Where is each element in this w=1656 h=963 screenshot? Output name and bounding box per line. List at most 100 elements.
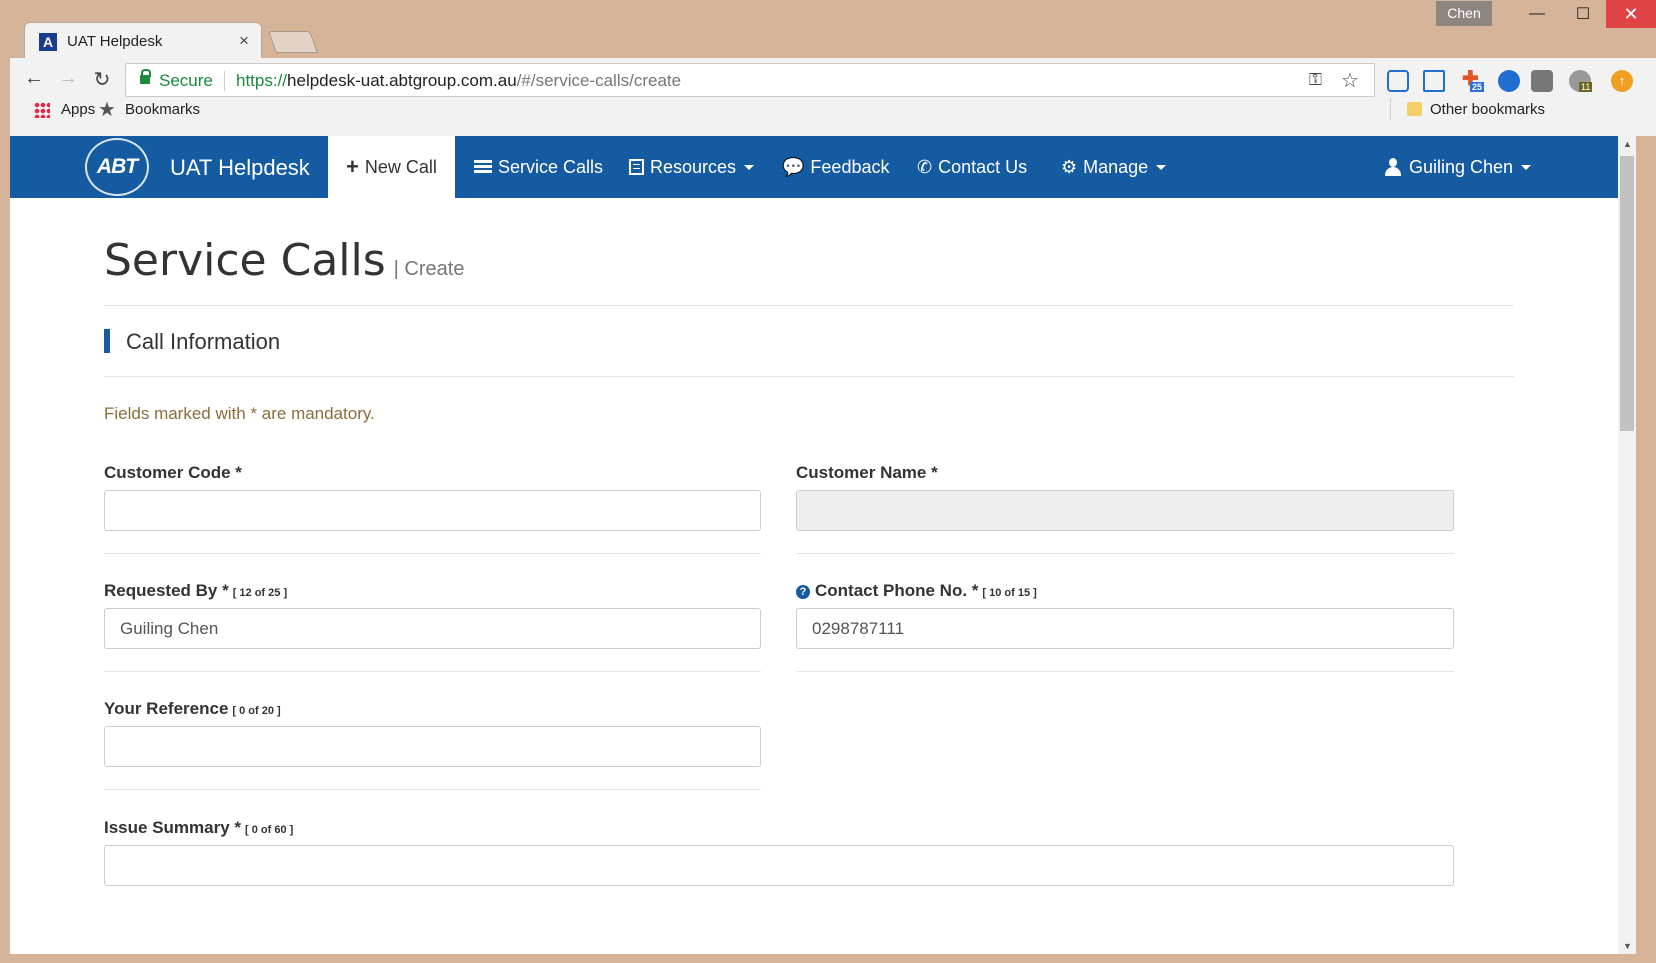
maximize-icon[interactable]: ☐	[1560, 0, 1606, 28]
your-reference-counter: [ 0 of 20 ]	[232, 705, 281, 717]
requested-by-label-text: Requested By *	[104, 581, 229, 600]
document-icon	[629, 159, 644, 175]
nav-manage-label: Manage	[1083, 156, 1149, 177]
your-reference-label: Your Reference[ 0 of 20 ]	[104, 699, 281, 719]
forward-icon[interactable]: →	[56, 67, 80, 90]
back-icon[interactable]: ←	[22, 67, 46, 90]
url-protocol: https://	[236, 71, 288, 90]
update-icon[interactable]: ↑	[1611, 70, 1633, 92]
caret-down-icon	[744, 164, 755, 170]
divider	[796, 671, 1454, 672]
divider	[796, 553, 1454, 554]
new-tab-button[interactable]	[267, 31, 319, 53]
nav-contact-us-label: Contact Us	[938, 156, 1028, 177]
nav-new-call[interactable]: + New Call	[328, 136, 455, 198]
reload-icon[interactable]: ↻	[90, 67, 114, 92]
nav-contact-us[interactable]: ✆ Contact Us	[917, 136, 1027, 198]
other-bookmarks[interactable]: Other bookmarks	[1430, 101, 1545, 118]
url-path: /#/service-calls/create	[516, 71, 682, 90]
contact-phone-input[interactable]	[796, 608, 1454, 649]
tab-title: UAT Helpdesk	[67, 33, 163, 50]
contact-phone-label-text: Contact Phone No. *	[815, 581, 979, 600]
profile-button[interactable]: Chen	[1436, 1, 1492, 26]
divider	[104, 305, 1514, 306]
tab-close-icon[interactable]: ×	[239, 31, 249, 51]
key-icon[interactable]: ⚿	[1309, 70, 1322, 90]
plus-icon: +	[346, 154, 359, 179]
extension-icon-3[interactable]: ✚ 25	[1462, 66, 1485, 92]
address-bar[interactable]: Secure https://helpdesk-uat.abtgroup.com…	[125, 63, 1375, 97]
requested-by-counter: [ 12 of 25 ]	[232, 587, 288, 599]
divider	[104, 376, 1514, 377]
omnibox-divider	[224, 71, 225, 91]
mandatory-note: Fields marked with * are mandatory.	[104, 404, 375, 423]
extension-icon-6[interactable]: 11	[1569, 70, 1593, 92]
comment-icon: 💬	[782, 156, 805, 177]
issue-summary-input[interactable]	[104, 845, 1454, 886]
tab-favicon-icon: A	[39, 33, 57, 51]
customer-code-input[interactable]	[104, 490, 761, 531]
extension-badge: 25	[1470, 82, 1485, 92]
bookmark-apps[interactable]: Apps	[61, 101, 95, 118]
scroll-thumb[interactable]	[1620, 156, 1634, 431]
caret-down-icon	[1156, 164, 1167, 170]
browser-toolbar: ← → ↻ Secure https://helpdesk-uat.abtgro…	[10, 58, 1656, 136]
nav-manage[interactable]: ⚙ Manage	[1061, 136, 1167, 198]
extension-compass-icon[interactable]	[1498, 70, 1520, 92]
app-navbar: ABT UAT Helpdesk + New Call Service Call…	[10, 136, 1618, 198]
requested-by-input[interactable]	[104, 608, 761, 649]
nav-new-call-label: New Call	[364, 156, 437, 177]
extension-shield-icon[interactable]	[1531, 70, 1553, 92]
page-viewport: ABT UAT Helpdesk + New Call Service Call…	[10, 136, 1618, 954]
bookmarks-star-icon: ★	[98, 99, 116, 121]
nav-user-menu[interactable]: Guiling Chen	[1385, 136, 1532, 198]
browser-tab[interactable]: A UAT Helpdesk ×	[24, 22, 262, 58]
page-scrollbar[interactable]: ▲ ▼	[1618, 136, 1636, 954]
list-icon	[474, 160, 492, 174]
scroll-up-icon[interactable]: ▲	[1623, 139, 1632, 149]
url-text[interactable]: https://helpdesk-uat.abtgroup.com.au/#/s…	[236, 71, 681, 91]
nav-feedback[interactable]: 💬 Feedback	[782, 136, 889, 198]
customer-name-label: Customer Name *	[796, 463, 938, 483]
extension-badge: 11	[1579, 82, 1593, 92]
nav-resources[interactable]: Resources	[629, 136, 755, 198]
issue-summary-counter: [ 0 of 60 ]	[245, 824, 294, 836]
url-host: helpdesk-uat.abtgroup.com.au	[287, 71, 517, 90]
abt-logo[interactable]: ABT	[85, 138, 149, 196]
extension-icon-1[interactable]	[1387, 70, 1409, 92]
contact-phone-label: ? Contact Phone No. *[ 10 of 15 ]	[796, 581, 1037, 601]
minimize-icon[interactable]: —	[1514, 0, 1560, 28]
section-accent-bar	[104, 329, 110, 353]
close-window-icon[interactable]: ✕	[1606, 0, 1656, 28]
customer-name-input	[796, 490, 1454, 531]
gear-icon: ⚙	[1061, 156, 1078, 177]
your-reference-input[interactable]	[104, 726, 761, 767]
caret-down-icon	[1521, 164, 1532, 170]
page-subtitle: | Create	[393, 258, 465, 280]
extension-icon-2[interactable]	[1423, 70, 1445, 92]
nav-service-calls-label: Service Calls	[498, 156, 604, 177]
folder-icon	[1407, 102, 1422, 116]
secure-label: Secure	[159, 71, 213, 90]
nav-feedback-label: Feedback	[810, 156, 890, 177]
page-header: Service Calls | Create	[104, 235, 464, 286]
customer-name-label-text: Customer Name *	[796, 463, 938, 482]
customer-code-label-text: Customer Code *	[104, 463, 242, 482]
bookmark-star-icon[interactable]: ☆	[1341, 68, 1359, 93]
scroll-down-icon[interactable]: ▼	[1623, 941, 1632, 951]
nav-service-calls[interactable]: Service Calls	[474, 136, 603, 198]
help-icon[interactable]: ?	[796, 585, 810, 599]
requested-by-label: Requested By *[ 12 of 25 ]	[104, 581, 287, 601]
divider	[104, 789, 761, 790]
brand-name[interactable]: UAT Helpdesk	[170, 155, 310, 181]
customer-code-label: Customer Code *	[104, 463, 242, 483]
bookmark-bookmarks[interactable]: Bookmarks	[125, 101, 200, 118]
contact-phone-counter: [ 10 of 15 ]	[982, 587, 1037, 599]
apps-grid-icon[interactable]	[34, 102, 50, 118]
bookmarks-divider	[1390, 98, 1391, 120]
your-reference-label-text: Your Reference	[104, 699, 229, 718]
divider	[104, 671, 761, 672]
phone-icon: ✆	[917, 156, 933, 177]
issue-summary-label-text: Issue Summary *	[104, 818, 242, 837]
page-title: Service Calls	[104, 235, 386, 286]
